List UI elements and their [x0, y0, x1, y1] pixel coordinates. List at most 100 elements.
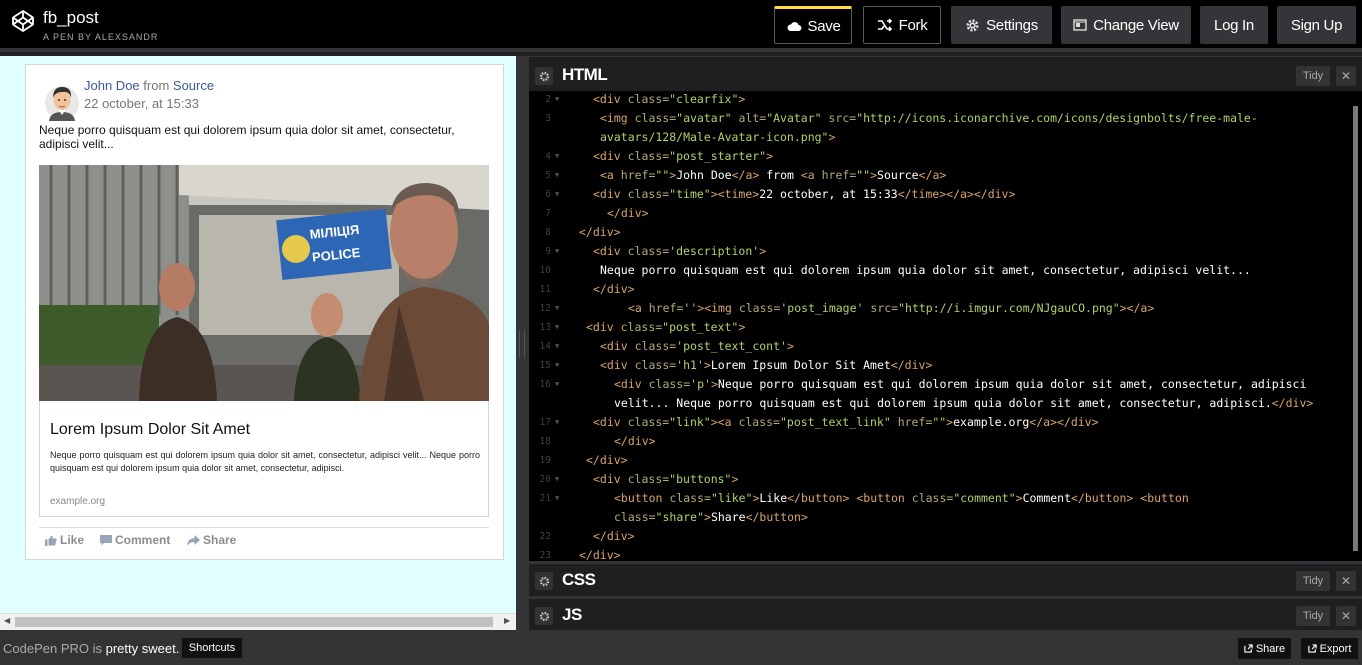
fold-arrow-icon[interactable]: ▼	[555, 91, 559, 109]
save-label: Save	[807, 17, 841, 35]
post-description: Neque porro quisquam est qui dolorem ips…	[39, 123, 455, 151]
code-text: <a href="">John Doe</a> from <a href="">…	[600, 166, 946, 185]
code-token: class=	[627, 244, 670, 258]
code-token: <div	[600, 358, 635, 372]
share-button[interactable]: Share	[187, 533, 236, 547]
html-close-icon[interactable]: ✕	[1336, 66, 1356, 86]
post-image[interactable]: МІЛІЦІЯ POLICE	[39, 165, 489, 401]
resize-grip-icon[interactable]	[519, 330, 525, 358]
horizontal-scrollbar[interactable]: ◀ ▶	[0, 613, 516, 630]
fold-arrow-icon[interactable]: ▼	[555, 375, 559, 394]
fold-arrow-icon[interactable]: ▼	[555, 299, 559, 318]
code-token: src=	[870, 301, 899, 315]
fold-arrow-icon[interactable]: ▼	[555, 356, 559, 375]
code-token: href=	[821, 168, 857, 182]
code-token: <div	[593, 415, 628, 429]
code-token: >	[731, 472, 739, 486]
export-button[interactable]: Export	[1301, 638, 1358, 659]
css-close-icon[interactable]: ✕	[1336, 571, 1356, 591]
avatar	[45, 86, 79, 121]
settings-button[interactable]: Settings	[951, 6, 1052, 44]
code-token: class=	[634, 111, 677, 125]
code-token: <div	[593, 187, 628, 201]
css-editor-header[interactable]: CSS Tidy ✕	[529, 564, 1362, 596]
fold-arrow-icon[interactable]: ▼	[555, 242, 559, 261]
html-tidy-button[interactable]: Tidy	[1296, 66, 1330, 86]
save-button[interactable]: Save	[774, 6, 852, 44]
line-number: 16	[539, 379, 551, 390]
pen-title: fb_post	[43, 8, 99, 27]
author-link[interactable]: John Doe	[84, 78, 140, 93]
html-settings-gear-icon[interactable]	[535, 67, 553, 85]
code-text: </div>	[579, 223, 621, 242]
code-token: </div>	[614, 434, 656, 448]
login-button[interactable]: Log In	[1200, 6, 1268, 44]
js-settings-gear-icon[interactable]	[535, 607, 553, 625]
scroll-right-arrow-icon[interactable]: ▶	[504, 616, 510, 625]
footer-share-label: Share	[1255, 642, 1286, 655]
css-settings-gear-icon[interactable]	[535, 572, 553, 590]
link-preview-box[interactable]: Lorem Ipsum Dolor Sit Amet Neque porro q…	[39, 401, 489, 517]
code-token: src=	[828, 111, 857, 125]
code-token: "buttons"	[669, 472, 732, 486]
fold-arrow-icon[interactable]: ▼	[555, 413, 559, 432]
js-close-icon[interactable]: ✕	[1336, 606, 1356, 626]
js-editor-header[interactable]: JS Tidy ✕	[529, 599, 1362, 630]
code-token: "http://i.imgur.com/NJgauCO.png"	[898, 301, 1120, 315]
code-token: "comment"	[953, 491, 1016, 505]
codepen-logo-icon[interactable]	[11, 9, 35, 33]
code-token: class=	[627, 149, 670, 163]
js-editor-title: JS	[562, 605, 582, 624]
fold-arrow-icon[interactable]: ▼	[555, 147, 559, 166]
code-token: href=	[897, 415, 933, 429]
scroll-thumb[interactable]	[15, 617, 493, 627]
change-view-button[interactable]: Change View	[1061, 6, 1191, 44]
bottom-bar: CodePen PRO is pretty sweet. Shortcuts S…	[0, 630, 1362, 665]
code-token: </div>	[579, 225, 621, 239]
code-token: >	[710, 377, 718, 391]
code-token: class=	[669, 491, 711, 505]
code-token: <div	[593, 149, 628, 163]
html-code-area[interactable]: 2 ▼ <div class="clearfix"> 3 <img class="ava…	[529, 91, 1362, 561]
code-token: class=	[648, 377, 691, 391]
code-token: >	[704, 510, 711, 524]
like-button[interactable]: Like	[45, 533, 84, 547]
line-number: 14	[539, 341, 551, 352]
line-number: 8	[545, 227, 551, 238]
code-token: </div>	[607, 206, 649, 220]
js-tidy-button[interactable]: Tidy	[1296, 606, 1330, 626]
css-tidy-button[interactable]: Tidy	[1296, 571, 1330, 591]
code-token: Source	[877, 168, 919, 182]
fold-arrow-icon[interactable]: ▼	[555, 185, 559, 204]
footer-share-button[interactable]: Share	[1238, 638, 1291, 659]
pro-promo[interactable]: CodePen PRO is pretty sweet.	[3, 641, 179, 656]
code-token: <img	[600, 111, 635, 125]
fold-arrow-icon[interactable]: ▼	[555, 166, 559, 185]
code-token: Neque porro quisquam est qui dolorem ips…	[717, 377, 1307, 391]
settings-label: Settings	[986, 16, 1038, 34]
link-url[interactable]: example.org	[50, 496, 105, 507]
code-vertical-scrollbar[interactable]	[1353, 106, 1358, 551]
fold-arrow-icon[interactable]: ▼	[555, 470, 559, 489]
fold-arrow-icon[interactable]: ▼	[555, 318, 559, 337]
signup-button[interactable]: Sign Up	[1277, 6, 1356, 44]
fork-button[interactable]: Fork	[863, 6, 941, 44]
fold-arrow-icon[interactable]: ▼	[555, 489, 559, 508]
source-link[interactable]: Source	[173, 78, 214, 93]
code-token: class=	[627, 187, 670, 201]
comment-button[interactable]: Comment	[100, 533, 170, 547]
code-token: 22 october, at 15:33	[759, 187, 898, 201]
post-header: John Doe from Source	[84, 78, 214, 93]
code-token: class=	[634, 358, 677, 372]
css-editor-title: CSS	[562, 570, 596, 589]
code-token: <a	[717, 415, 739, 429]
js-editor: JS Tidy ✕	[529, 596, 1362, 630]
code-token: 'h1'	[676, 358, 704, 372]
line-number: 21	[539, 493, 551, 504]
line-number: 6	[545, 189, 551, 200]
fold-arrow-icon[interactable]: ▼	[555, 337, 559, 356]
scroll-left-arrow-icon[interactable]: ◀	[4, 616, 10, 625]
line-number: 23	[539, 550, 551, 561]
shortcuts-button[interactable]: Shortcuts	[182, 638, 242, 658]
code-token: ""	[932, 415, 947, 429]
